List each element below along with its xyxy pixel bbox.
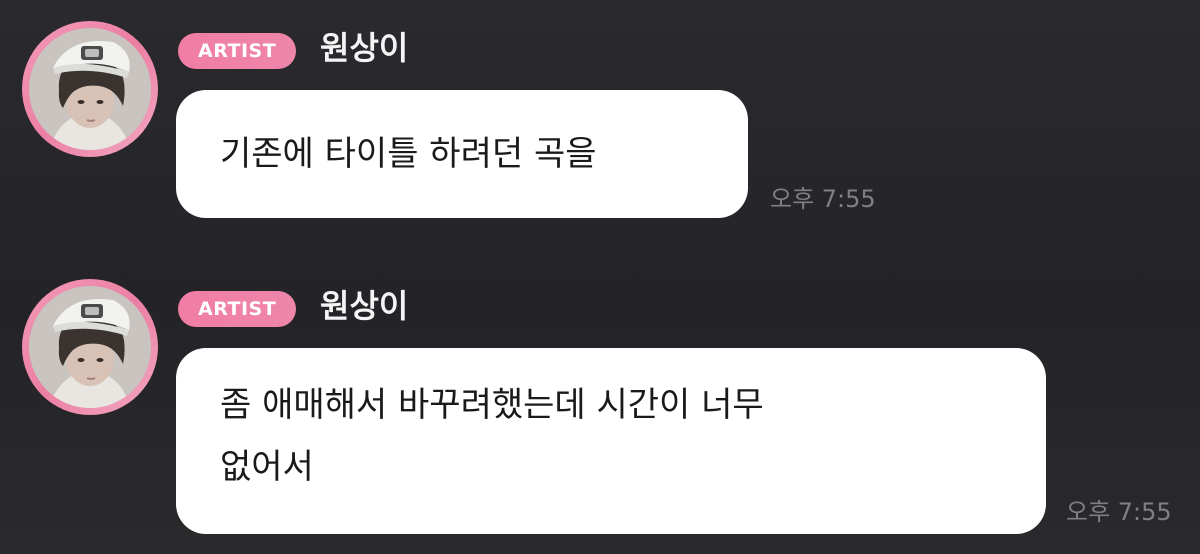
artist-badge: ARTIST: [178, 33, 297, 69]
profile-photo: [29, 28, 151, 150]
message-bubble[interactable]: 기존에 타이틀 하려던 곡을: [176, 90, 748, 218]
profile-photo: [29, 286, 151, 408]
chat-message: ARTIST 원상이 좀 애매해서 바꾸려했는데 시간이 너무 없어서 오후 7…: [0, 258, 1200, 554]
artist-badge: ARTIST: [178, 291, 297, 327]
avatar[interactable]: [22, 279, 158, 415]
chat-message: ARTIST 원상이 기존에 타이틀 하려던 곡을 오후 7:55: [0, 0, 1200, 260]
sender-name[interactable]: 원상이: [320, 26, 408, 70]
message-timestamp: 오후 7:55: [770, 185, 876, 213]
sender-name[interactable]: 원상이: [320, 284, 408, 328]
message-timestamp: 오후 7:55: [1066, 498, 1172, 526]
avatar[interactable]: [22, 21, 158, 157]
message-bubble[interactable]: 좀 애매해서 바꾸려했는데 시간이 너무 없어서: [176, 348, 1046, 534]
